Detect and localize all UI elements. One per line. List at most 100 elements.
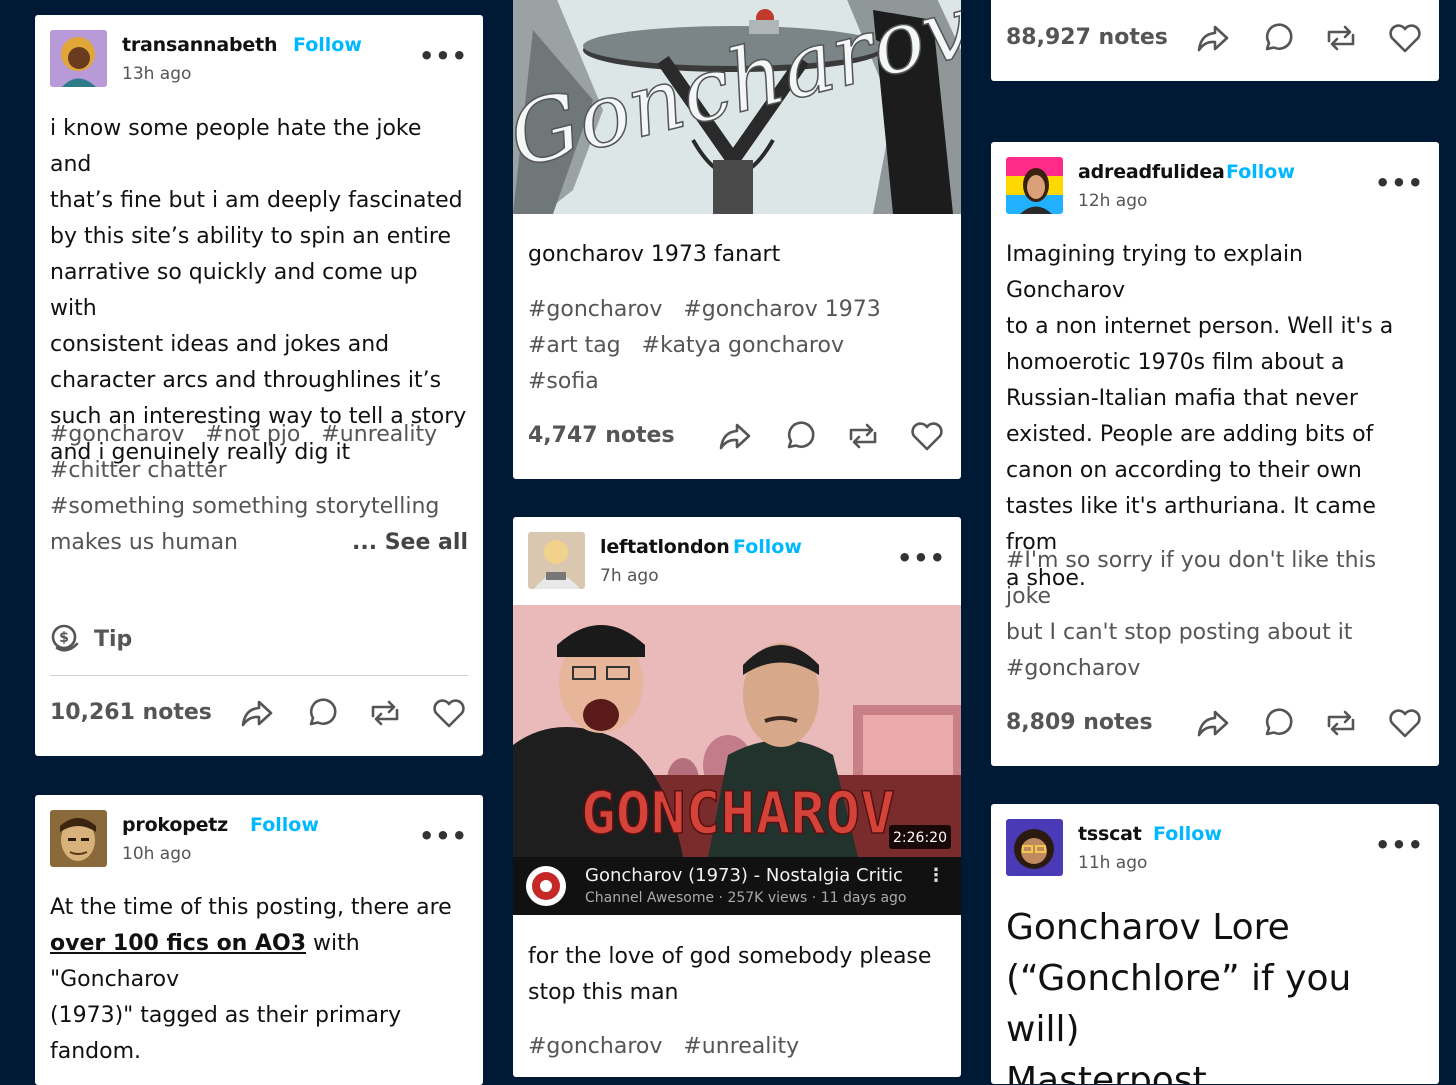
body-line: consistent ideas and jokes and: [50, 332, 390, 357]
reblog-icon[interactable]: [1322, 19, 1360, 57]
more-options-icon[interactable]: •••: [897, 546, 946, 570]
post-time: 10h ago: [122, 844, 192, 864]
body-line: fandom.: [50, 1039, 142, 1064]
reply-icon[interactable]: [780, 417, 818, 455]
notes-count[interactable]: 10,261 notes: [50, 700, 212, 725]
tag[interactable]: #goncharov: [1006, 651, 1424, 687]
body-line: character arcs and throughlines it’s: [50, 368, 442, 393]
video-title[interactable]: Goncharov (1973) - Nostalgia Critic: [585, 865, 903, 886]
video-info-bar: Goncharov (1973) - Nostalgia Critic Chan…: [513, 857, 961, 915]
post-body: for the love of god somebody please stop…: [528, 939, 946, 1011]
share-icon[interactable]: [1194, 19, 1232, 57]
post-prokopetz: prokopetz Follow 10h ago ••• At the time…: [35, 795, 483, 1085]
follow-button[interactable]: Follow: [1153, 823, 1222, 845]
tag[interactable]: #goncharov: [528, 297, 662, 322]
post-transannabeth: transannabeth Follow 13h ago ••• i know …: [35, 15, 483, 756]
post-footer: 8,809 notes: [1006, 704, 1424, 748]
post-actions: [1194, 19, 1424, 57]
follow-button[interactable]: Follow: [250, 814, 319, 836]
reblog-icon[interactable]: [844, 417, 882, 455]
like-heart-icon[interactable]: [1386, 19, 1424, 57]
tag[interactable]: #unreality: [683, 1034, 799, 1059]
notes-count[interactable]: 4,747 notes: [528, 423, 675, 448]
tag[interactable]: makes us human: [50, 530, 238, 555]
tip-button[interactable]: $ Tip: [50, 621, 132, 657]
tag[interactable]: #goncharov: [528, 1034, 662, 1059]
ao3-link[interactable]: over 100 fics on AO3: [50, 931, 306, 956]
body-line: Imagining trying to explain Goncharov: [1006, 242, 1303, 303]
tag-list: #goncharov #not pjo #unreality #chitter …: [50, 417, 468, 561]
username[interactable]: adreadfulidea: [1078, 161, 1225, 183]
tag[interactable]: #unreality: [321, 422, 437, 447]
tag[interactable]: #sofia: [528, 369, 599, 394]
fanart-image[interactable]: Goncharov: [513, 0, 961, 214]
avatar[interactable]: [50, 810, 107, 867]
notes-count[interactable]: 88,927 notes: [1006, 25, 1168, 50]
see-all-button[interactable]: ... See all: [352, 525, 468, 561]
tag[interactable]: #goncharov 1973: [683, 297, 880, 322]
heading-line: Masterpost: [1006, 1060, 1207, 1084]
channel-avatar-icon[interactable]: [525, 865, 567, 907]
body-line: i know some people hate the joke and: [50, 116, 422, 177]
username[interactable]: transannabeth: [122, 34, 278, 56]
like-heart-icon[interactable]: [430, 694, 468, 732]
post-footer: 4,747 notes: [528, 417, 946, 461]
post-adreadfulidea: adreadfulidea Follow 12h ago ••• Imagini…: [991, 142, 1439, 766]
body-line: homoerotic 1970s film about a: [1006, 350, 1345, 375]
post-body: At the time of this posting, there are o…: [50, 890, 468, 1070]
post-goncharov-fanart: Goncharov goncharov 1973 fanart #gonchar…: [513, 0, 961, 479]
more-options-icon[interactable]: •••: [419, 44, 468, 68]
tag-list: #goncharov #goncharov 1973 #art tag #kat…: [528, 292, 946, 400]
avatar[interactable]: [528, 532, 585, 589]
more-options-icon[interactable]: •••: [1375, 833, 1424, 857]
body-line: by this site’s ability to spin an entire: [50, 224, 452, 249]
more-options-icon[interactable]: •••: [1375, 171, 1424, 195]
reply-icon[interactable]: [302, 694, 340, 732]
video-embed[interactable]: GONCHAROV 2:26:20 Goncharov (1973) - Nos…: [513, 605, 961, 915]
video-menu-icon[interactable]: ⋮: [927, 865, 945, 886]
like-heart-icon[interactable]: [908, 417, 946, 455]
username[interactable]: tsscat: [1078, 823, 1142, 845]
share-icon[interactable]: [716, 417, 754, 455]
tag[interactable]: #goncharov: [50, 422, 184, 447]
tag[interactable]: #katya goncharov: [642, 333, 844, 358]
body-line: existed. People are adding bits of: [1006, 422, 1374, 447]
tag[interactable]: #I'm so sorry if you don't like this jok…: [1006, 543, 1424, 615]
notes-count[interactable]: 8,809 notes: [1006, 710, 1153, 735]
post-caption: goncharov 1973 fanart: [528, 242, 781, 267]
post-time: 11h ago: [1078, 853, 1148, 873]
reply-icon[interactable]: [1258, 704, 1296, 742]
tag[interactable]: #chitter chatter: [50, 458, 227, 483]
follow-button[interactable]: Follow: [293, 34, 362, 56]
tag-continued[interactable]: but I can't stop posting about it: [1006, 615, 1424, 651]
tag[interactable]: #not pjo: [205, 422, 300, 447]
video-meta: Channel Awesome · 257K views · 11 days a…: [585, 890, 907, 906]
follow-button[interactable]: Follow: [1226, 161, 1295, 183]
body-line: At the time of this posting, there are: [50, 895, 452, 920]
reblog-icon[interactable]: [1322, 704, 1360, 742]
reblog-icon[interactable]: [366, 694, 404, 732]
avatar[interactable]: [1006, 819, 1063, 876]
more-options-icon[interactable]: •••: [419, 824, 468, 848]
username[interactable]: leftatlondon: [600, 536, 730, 558]
body-line: for the love of god somebody please: [528, 944, 932, 969]
post-header: transannabeth Follow 13h ago •••: [50, 30, 468, 90]
like-heart-icon[interactable]: [1386, 704, 1424, 742]
body-line: canon on according to their own: [1006, 458, 1362, 483]
body-line: Russian-Italian mafia that never: [1006, 386, 1358, 411]
video-thumbnail[interactable]: GONCHAROV 2:26:20: [513, 605, 961, 857]
post-header: leftatlondon Follow 7h ago •••: [528, 532, 946, 592]
share-icon[interactable]: [1194, 704, 1232, 742]
follow-button[interactable]: Follow: [733, 536, 802, 558]
post-actions: [1194, 704, 1424, 742]
reply-icon[interactable]: [1258, 19, 1296, 57]
tag[interactable]: #art tag: [528, 333, 621, 358]
post-previous: 88,927 notes: [991, 0, 1439, 81]
divider: [50, 675, 468, 676]
share-icon[interactable]: [238, 694, 276, 732]
tag[interactable]: #something something storytelling: [50, 494, 439, 519]
avatar[interactable]: [1006, 157, 1063, 214]
post-tsscat: tsscat Follow 11h ago ••• Goncharov Lore…: [991, 804, 1439, 1084]
username[interactable]: prokopetz: [122, 814, 228, 836]
avatar[interactable]: [50, 30, 107, 87]
